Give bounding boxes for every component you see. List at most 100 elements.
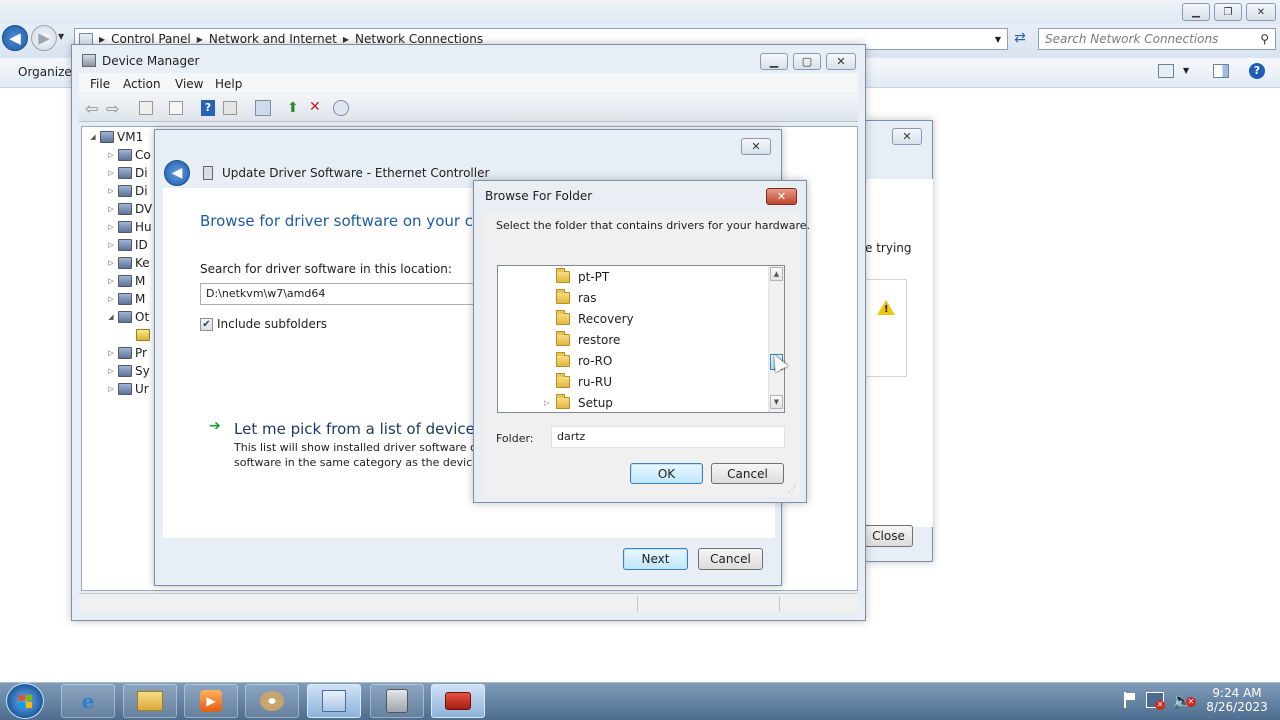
expand-triangle-icon[interactable]: ▷ bbox=[544, 399, 556, 407]
clock[interactable]: 9:24 AM 8/26/2023 bbox=[1198, 686, 1276, 714]
search-input[interactable]: Search Network Connections ⚲ bbox=[1038, 28, 1276, 50]
expand-triangle-icon[interactable]: ▷ bbox=[106, 187, 116, 195]
forward-arrow-icon[interactable]: ⇨ bbox=[106, 99, 119, 118]
tree-item[interactable]: ▷ Pr bbox=[106, 344, 147, 362]
expand-triangle-icon[interactable]: ▷ bbox=[106, 277, 116, 285]
tree-root[interactable]: ◢ VM1 bbox=[88, 128, 143, 146]
expand-triangle-icon[interactable]: ▷ bbox=[106, 169, 116, 177]
menu-help[interactable]: Help bbox=[215, 77, 242, 91]
folder-item[interactable]: ▷ Setup bbox=[544, 392, 613, 413]
uninstall-icon[interactable]: ✕ bbox=[309, 99, 325, 115]
scan-hardware-icon[interactable] bbox=[255, 100, 271, 116]
collapse-triangle-icon[interactable]: ◢ bbox=[88, 133, 98, 141]
menu-file[interactable]: File bbox=[90, 77, 110, 91]
start-button[interactable] bbox=[6, 683, 44, 719]
taskbar-control-panel[interactable] bbox=[307, 684, 361, 718]
back-button[interactable]: ◀ bbox=[164, 160, 190, 186]
next-button[interactable]: Next bbox=[623, 548, 688, 570]
folder-input[interactable]: dartz bbox=[551, 426, 785, 448]
close-button[interactable]: ✕ bbox=[1246, 3, 1276, 21]
cancel-button[interactable]: Cancel bbox=[711, 463, 784, 484]
menu-action[interactable]: Action bbox=[123, 77, 161, 91]
folder-item[interactable]: ras bbox=[556, 287, 597, 308]
expand-triangle-icon[interactable]: ▷ bbox=[106, 259, 116, 267]
expand-triangle-icon[interactable]: ▷ bbox=[106, 151, 116, 159]
close-icon[interactable]: ✕ bbox=[892, 128, 922, 145]
folder-name: Setup bbox=[578, 395, 613, 410]
expand-triangle-icon[interactable]: ▷ bbox=[106, 349, 116, 357]
back-arrow-icon[interactable]: ⇦ bbox=[85, 99, 98, 118]
minimize-button[interactable]: ▁ bbox=[1182, 3, 1210, 21]
expand-triangle-icon[interactable]: ▷ bbox=[106, 223, 116, 231]
scroll-down-icon[interactable]: ▼ bbox=[770, 395, 783, 409]
maximize-button[interactable]: ▢ bbox=[793, 53, 821, 70]
expand-triangle-icon[interactable]: ▷ bbox=[106, 367, 116, 375]
folder-item[interactable]: restore bbox=[556, 329, 620, 350]
include-subfolders-checkbox[interactable]: ✔ bbox=[200, 318, 213, 331]
tree-item[interactable]: ▷ M bbox=[106, 290, 145, 308]
view-options-icon[interactable] bbox=[1158, 64, 1174, 78]
view-dropdown-icon[interactable]: ▼ bbox=[1183, 66, 1189, 75]
scroll-up-icon[interactable]: ▲ bbox=[770, 267, 783, 281]
taskbar-device-manager[interactable] bbox=[370, 684, 424, 718]
tree-item[interactable]: ▷ ID bbox=[106, 236, 147, 254]
folder-item[interactable]: ru-RU bbox=[556, 371, 612, 392]
update-driver-icon[interactable]: ⬆ bbox=[287, 100, 301, 116]
expand-triangle-icon[interactable]: ▷ bbox=[106, 295, 116, 303]
taskbar-file-explorer[interactable] bbox=[123, 684, 177, 718]
close-button[interactable]: Close bbox=[865, 525, 913, 547]
view-grid-icon[interactable] bbox=[223, 101, 237, 115]
vertical-scrollbar[interactable]: ▲ ▼ bbox=[768, 266, 784, 412]
cancel-button[interactable]: Cancel bbox=[698, 548, 763, 570]
folder-item[interactable]: ro-RO bbox=[556, 350, 612, 371]
tree-item[interactable]: ▷ Hu bbox=[106, 218, 151, 236]
organize-button[interactable]: Organize bbox=[18, 65, 72, 79]
preview-pane-icon[interactable] bbox=[1213, 64, 1229, 78]
close-button[interactable]: ✕ bbox=[826, 53, 856, 70]
internet-explorer-icon: e bbox=[81, 689, 95, 713]
tree-item[interactable]: ▷ Ke bbox=[106, 254, 149, 272]
tree-item[interactable]: ▷ Di bbox=[106, 164, 147, 182]
taskbar-internet-explorer[interactable]: e bbox=[61, 684, 115, 718]
network-icon[interactable]: ✕ bbox=[1146, 692, 1165, 710]
minimize-button[interactable]: ▁ bbox=[760, 53, 788, 70]
action-center-flag-icon[interactable] bbox=[1122, 692, 1136, 708]
tree-item-selected[interactable] bbox=[134, 326, 153, 344]
tree-item[interactable]: ▷ Co bbox=[106, 146, 150, 164]
tree-item[interactable]: ▷ Di bbox=[106, 182, 147, 200]
properties-grid-icon[interactable] bbox=[139, 101, 153, 115]
ok-button[interactable]: OK bbox=[630, 463, 703, 484]
help-icon[interactable]: ? bbox=[1249, 63, 1265, 79]
close-button[interactable]: ✕ bbox=[741, 138, 771, 155]
tree-item[interactable]: ▷ M bbox=[106, 272, 145, 290]
resize-grip-icon[interactable]: ⋰ bbox=[788, 485, 796, 494]
tree-item[interactable]: ◢ Ot bbox=[106, 308, 149, 326]
pick-driver-link[interactable]: Let me pick from a list of device dri bbox=[234, 420, 500, 438]
restore-button[interactable]: ❐ bbox=[1214, 3, 1242, 21]
tree-item[interactable]: ▷ Sy bbox=[106, 362, 149, 380]
menu-view[interactable]: View bbox=[175, 77, 203, 91]
tree-item[interactable]: ▷ Ur bbox=[106, 380, 148, 398]
collapse-triangle-icon[interactable]: ◢ bbox=[106, 313, 116, 321]
expand-triangle-icon[interactable]: ▷ bbox=[106, 205, 116, 213]
taskbar-toolbox[interactable] bbox=[431, 684, 485, 718]
taskbar-paint[interactable] bbox=[245, 684, 299, 718]
path-input[interactable]: D:\netkvm\w7\amd64 bbox=[200, 283, 480, 305]
forward-button[interactable]: ▶ bbox=[31, 25, 57, 51]
expand-triangle-icon[interactable]: ▷ bbox=[106, 241, 116, 249]
disable-device-icon[interactable] bbox=[333, 100, 349, 116]
folder-item[interactable]: Recovery bbox=[556, 308, 634, 329]
tree-item[interactable]: ▷ DV bbox=[106, 200, 152, 218]
taskbar-media-player[interactable]: ▶ bbox=[184, 684, 238, 718]
close-button[interactable]: ✕ bbox=[766, 188, 797, 205]
expand-triangle-icon[interactable]: ▷ bbox=[106, 385, 116, 393]
page-icon[interactable] bbox=[169, 101, 183, 115]
recent-pages-chevron-icon[interactable]: ▼ bbox=[58, 32, 64, 41]
back-button[interactable]: ◀ bbox=[2, 25, 28, 51]
folder-item[interactable]: pt-PT bbox=[556, 266, 609, 287]
help-icon[interactable]: ? bbox=[201, 100, 215, 116]
folder-tree[interactable]: pt-PT ras Recovery restore ro-RO ru-RU ▷… bbox=[497, 265, 785, 413]
refresh-icon[interactable]: ⇄ bbox=[1010, 30, 1030, 48]
address-dropdown-icon[interactable]: ▼ bbox=[995, 35, 1001, 44]
volume-muted-icon: ✕ bbox=[1186, 697, 1196, 707]
